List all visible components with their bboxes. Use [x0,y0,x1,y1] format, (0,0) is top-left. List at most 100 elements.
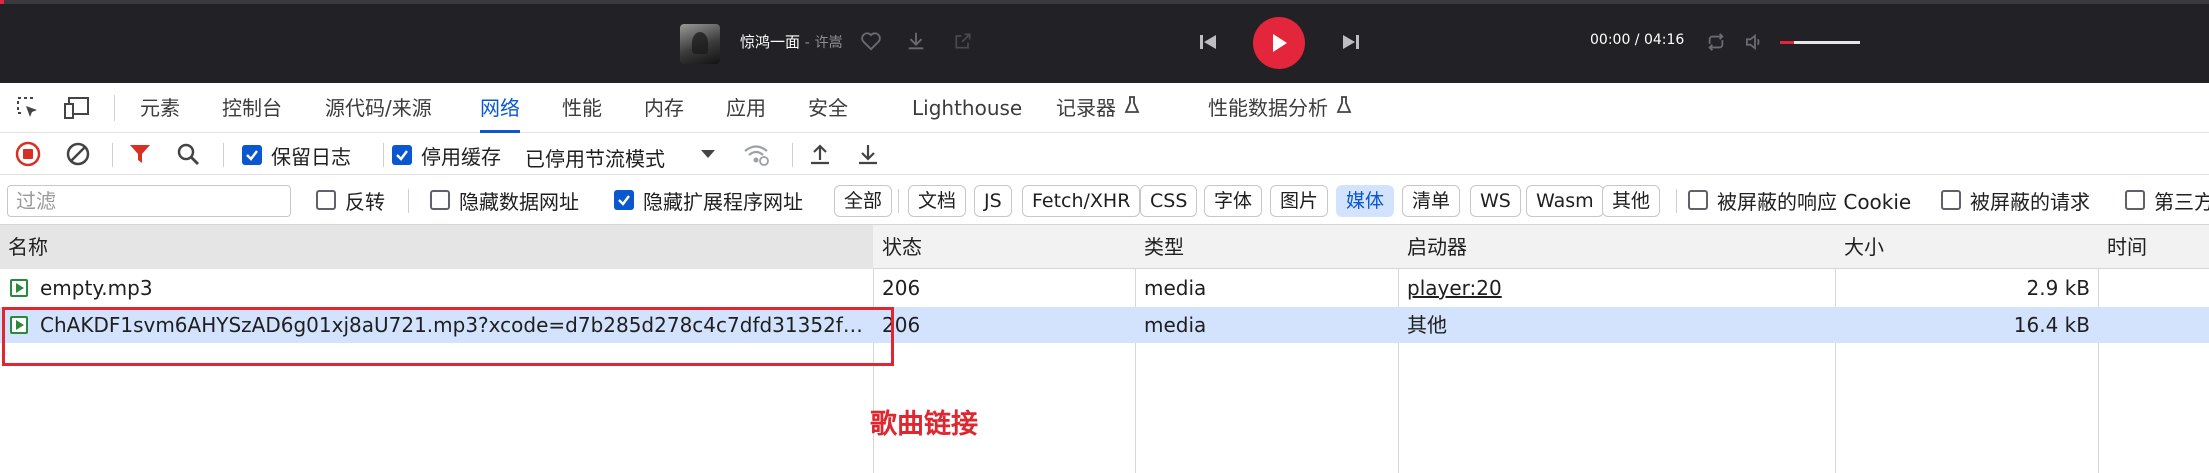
request-status: 206 [882,276,921,300]
dropdown-arrow-icon[interactable] [692,138,724,170]
request-type: media [1144,276,1207,300]
disable-cache-label: 停用缓存 [421,144,501,169]
tab-lighthouse[interactable]: Lighthouse [912,83,1022,133]
export-har-icon[interactable] [852,138,884,170]
blocked-requests-checkbox[interactable]: 被屏蔽的请求 [1941,188,2090,214]
type-filter-font[interactable]: 字体 [1204,185,1263,217]
tab-elements[interactable]: 元素 [140,83,180,133]
filter-icon[interactable] [124,138,156,170]
heart-icon[interactable] [858,28,884,54]
album-cover[interactable] [680,24,720,64]
share-icon[interactable] [950,28,976,54]
third-party-checkbox[interactable]: 第三方 [2125,188,2209,214]
third-party-label: 第三方 [2154,189,2209,214]
tab-sources[interactable]: 源代码/来源 [325,83,432,133]
request-initiator: 其他 [1407,313,1447,337]
next-icon[interactable] [1338,29,1364,55]
type-filter-media[interactable]: 媒体 [1336,185,1395,217]
search-icon[interactable] [172,138,204,170]
type-filter-fetch-xhr[interactable]: Fetch/XHR [1022,185,1141,217]
initiator-link[interactable]: player:20 [1407,276,1502,300]
tab-network[interactable]: 网络 [480,83,520,133]
request-size: 16.4 kB [2013,313,2090,337]
hide-extension-urls-checkbox[interactable]: 隐藏扩展程序网址 [614,188,803,214]
devtools-tab-bar: 元素 控制台 源代码/来源 网络 性能 内存 应用 安全 Lighthouse … [0,83,2209,133]
request-size: 2.9 kB [2026,276,2090,300]
play-icon [1273,34,1287,52]
throttling-select[interactable]: 已停用节流模式 [525,143,665,172]
type-filter-ws[interactable]: WS [1470,185,1521,217]
preserve-log-checkbox[interactable]: 保留日志 [242,143,351,169]
tab-memory[interactable]: 内存 [644,83,684,133]
inspect-element-icon[interactable] [11,91,45,125]
type-filter-all[interactable]: 全部 [834,185,893,217]
column-header-initiator[interactable]: 启动器 [1399,225,1835,269]
tab-console[interactable]: 控制台 [222,83,282,133]
prev-icon[interactable] [1195,29,1221,55]
column-header-type[interactable]: 类型 [1136,225,1398,269]
blocked-requests-label: 被屏蔽的请求 [1970,189,2090,214]
invert-checkbox[interactable]: 反转 [316,188,385,214]
request-type: media [1144,313,1207,337]
song-separator: - [804,35,810,51]
playback-time: 00:00 / 04:16 [1590,32,1685,48]
media-file-icon [10,279,28,297]
flask-icon [1336,83,1352,133]
hide-data-urls-checkbox[interactable]: 隐藏数据网址 [430,188,579,214]
checkmark-icon [614,190,634,210]
blocked-response-cookies-checkbox[interactable]: 被屏蔽的响应 Cookie [1688,188,1912,214]
song-artist[interactable]: 许嵩 [815,35,843,51]
volume-slider[interactable] [1780,41,1860,44]
tab-performance[interactable]: 性能 [562,83,602,133]
tab-performance-insights-label: 性能数据分析 [1208,96,1328,120]
annotation-label: 歌曲链接 [870,409,978,440]
type-filter-css[interactable]: CSS [1140,185,1198,217]
request-name[interactable]: empty.mp3 [32,270,872,306]
volume-icon[interactable] [1742,29,1768,55]
clear-icon[interactable] [62,138,94,170]
play-button[interactable] [1253,17,1305,69]
checkmark-icon [242,145,262,165]
annotation-highlight-box [2,307,894,366]
column-header-status[interactable]: 状态 [874,225,1135,269]
checkmark-icon [392,145,412,165]
song-title[interactable]: 惊鸿一面 [740,33,800,51]
loop-icon[interactable] [1703,29,1729,55]
preserve-log-label: 保留日志 [271,144,351,169]
download-icon[interactable] [903,28,929,54]
type-filter-wasm[interactable]: Wasm [1526,185,1604,217]
tab-recorder[interactable]: 记录器 [1056,83,1140,133]
stop-recording-icon[interactable] [12,138,44,170]
type-filter-other[interactable]: 其他 [1602,185,1661,217]
flask-icon [1124,83,1140,133]
request-status: 206 [882,313,921,337]
import-har-icon[interactable] [804,138,836,170]
disable-cache-checkbox[interactable]: 停用缓存 [392,143,501,169]
now-playing: 惊鸿一面 - 许嵩 [740,31,843,52]
tab-performance-insights[interactable]: 性能数据分析 [1208,83,1352,133]
filter-input[interactable] [7,185,291,217]
tab-recorder-label: 记录器 [1056,96,1116,120]
music-player-bar: 惊鸿一面 - 许嵩 00:00 / 04:16 [0,0,2209,83]
type-filter-js[interactable]: JS [974,185,1012,217]
type-filter-img[interactable]: 图片 [1270,185,1329,217]
blocked-response-cookies-label: 被屏蔽的响应 Cookie [1717,189,1912,214]
invert-label: 反转 [345,189,385,214]
device-toolbar-icon[interactable] [60,91,94,125]
type-filter-manifest[interactable]: 清单 [1402,185,1461,217]
table-header: 名称 状态 类型 启动器 大小 时间 [0,225,2209,269]
column-header-name[interactable]: 名称 [0,225,873,269]
filter-bar: 反转 隐藏数据网址 隐藏扩展程序网址 全部 文档 JS Fetch/XHR CS… [0,175,2209,225]
network-conditions-icon[interactable] [740,138,772,170]
song-progress-bar[interactable] [0,0,2209,4]
hide-data-urls-label: 隐藏数据网址 [459,189,579,214]
tab-application[interactable]: 应用 [726,83,766,133]
type-filter-doc[interactable]: 文档 [908,185,967,217]
table-row[interactable]: empty.mp3 206 media player:20 2.9 kB [0,270,2209,306]
request-initiator[interactable]: player:20 [1399,270,1835,306]
column-header-time[interactable]: 时间 [2099,225,2209,269]
tab-security[interactable]: 安全 [808,83,848,133]
hide-extension-urls-label: 隐藏扩展程序网址 [643,189,803,214]
column-header-size[interactable]: 大小 [1836,225,2098,269]
network-toolbar: 保留日志 停用缓存 已停用节流模式 [0,133,2209,175]
